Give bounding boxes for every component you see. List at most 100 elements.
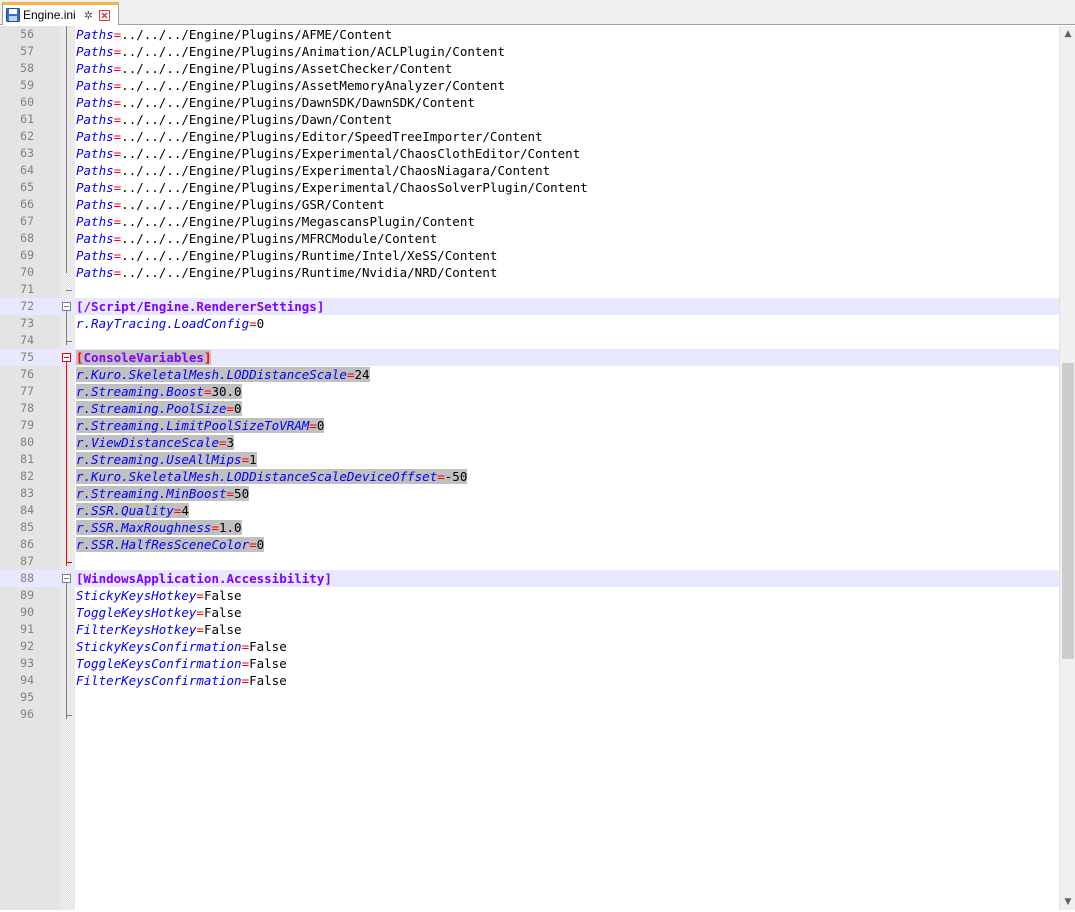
line-text[interactable]: Paths=../../../Engine/Plugins/MegascansP… [76, 213, 475, 230]
pin-icon[interactable]: ✲ [84, 9, 93, 22]
line-text[interactable]: Paths=../../../Engine/Plugins/AssetCheck… [76, 60, 452, 77]
ini-key: ToggleKeysHotkey [76, 605, 197, 620]
line-content: [/Script/Engine.RendererSettings] [76, 299, 324, 314]
line-text[interactable]: Paths=../../../Engine/Plugins/Experiment… [76, 179, 588, 196]
selected-text: r.SSR.MaxRoughness=1.0 [76, 520, 242, 535]
fold-line [66, 362, 67, 566]
code-line: 74 [0, 332, 1059, 349]
code-line: 75 [ConsoleVariables] [0, 349, 1059, 366]
selected-text: r.Kuro.SkeletalMesh.LODDistanceScaleDevi… [76, 469, 468, 484]
editor[interactable]: 56 Paths=../../../Engine/Plugins/AFME/Con… [0, 26, 1059, 910]
line-text[interactable]: [ConsoleVariables] [76, 349, 212, 366]
ini-value: ../../../Engine/Plugins/AFME/Content [121, 27, 393, 42]
ini-key: StickyKeysConfirmation [76, 639, 242, 654]
line-text[interactable]: FilterKeysConfirmation=False [76, 672, 287, 689]
ini-key: r.Streaming.Boost [76, 384, 204, 399]
line-text[interactable]: r.Kuro.SkeletalMesh.LODDistanceScaleDevi… [76, 468, 468, 485]
scroll-down-arrow-icon[interactable]: ▼ [1060, 894, 1075, 910]
line-text[interactable]: Paths=../../../Engine/Plugins/GSR/Conten… [76, 196, 385, 213]
code-line: 69 Paths=../../../Engine/Plugins/Runtime/… [0, 247, 1059, 264]
line-text[interactable]: [WindowsApplication.Accessibility] [76, 570, 332, 587]
save-icon [6, 8, 20, 22]
selected-text: r.Streaming.MinBoost=50 [76, 486, 250, 501]
ini-key: Paths [76, 44, 114, 59]
code-line: 59 Paths=../../../Engine/Plugins/AssetMem… [0, 77, 1059, 94]
line-text[interactable]: FilterKeysHotkey=False [76, 621, 242, 638]
ini-value: ../../../Engine/Plugins/Experimental/Cha… [121, 146, 581, 161]
line-number: 77 [20, 384, 34, 398]
fold-toggle-icon[interactable] [62, 574, 71, 583]
line-text[interactable]: r.Streaming.LimitPoolSizeToVRAM=0 [76, 417, 325, 434]
close-icon[interactable] [98, 9, 110, 21]
line-content: Paths=../../../Engine/Plugins/GSR/Conten… [76, 197, 385, 212]
line-text[interactable]: Paths=../../../Engine/Plugins/DawnSDK/Da… [76, 94, 475, 111]
ini-equals: = [226, 401, 235, 416]
ini-value: ../../../Engine/Plugins/Editor/SpeedTree… [121, 129, 543, 144]
tab-engine-ini[interactable]: Engine.ini ✲ [2, 2, 119, 25]
line-text[interactable]: Paths=../../../Engine/Plugins/Experiment… [76, 162, 550, 179]
code-line: 57 Paths=../../../Engine/Plugins/Animatio… [0, 43, 1059, 60]
line-text[interactable]: StickyKeysHotkey=False [76, 587, 242, 604]
line-number: 67 [20, 214, 34, 228]
code-line: 88 [WindowsApplication.Accessibility] [0, 570, 1059, 587]
line-text[interactable]: Paths=../../../Engine/Plugins/AssetMemor… [76, 77, 505, 94]
line-number: 81 [20, 452, 34, 466]
line-number: 80 [20, 435, 34, 449]
fold-end [66, 715, 72, 716]
line-number: 89 [20, 588, 34, 602]
ini-equals: = [241, 673, 250, 688]
line-text[interactable]: Paths=../../../Engine/Plugins/AFME/Conte… [76, 26, 392, 43]
ini-key: Paths [76, 231, 114, 246]
fold-end [66, 562, 72, 563]
line-content: StickyKeysHotkey=False [76, 588, 242, 603]
line-text[interactable]: r.SSR.Quality=4 [76, 502, 189, 519]
line-text[interactable]: [/Script/Engine.RendererSettings] [76, 298, 324, 315]
line-text[interactable]: r.Streaming.Boost=30.0 [76, 383, 242, 400]
code-line: 81 r.Streaming.UseAllMips=1 [0, 451, 1059, 468]
line-text[interactable]: r.Streaming.PoolSize=0 [76, 400, 242, 417]
ini-key: Paths [76, 265, 114, 280]
code-line: 64 Paths=../../../Engine/Plugins/Experime… [0, 162, 1059, 179]
fold-toggle-icon[interactable] [62, 353, 71, 362]
line-text[interactable]: r.Streaming.UseAllMips=1 [76, 451, 257, 468]
scrollbar-thumb[interactable] [1062, 363, 1074, 659]
ini-value: ../../../Engine/Plugins/AssetMemoryAnaly… [121, 78, 505, 93]
ini-key: r.Streaming.UseAllMips [76, 452, 242, 467]
line-number: 92 [20, 639, 34, 653]
ini-value: False [203, 588, 242, 603]
line-text[interactable]: Paths=../../../Engine/Plugins/Editor/Spe… [76, 128, 543, 145]
section-bracket: [ [76, 350, 84, 365]
line-text[interactable]: Paths=../../../Engine/Plugins/Animation/… [76, 43, 505, 60]
code-line: 73 r.RayTracing.LoadConfig=0 [0, 315, 1059, 332]
ini-key: Paths [76, 129, 114, 144]
line-text[interactable]: r.RayTracing.LoadConfig=0 [76, 315, 264, 332]
vertical-scrollbar[interactable]: ▲ ▼ [1059, 26, 1075, 910]
ini-section: [ConsoleVariables] [76, 350, 211, 365]
line-text[interactable]: r.ViewDistanceScale=3 [76, 434, 235, 451]
line-number: 83 [20, 486, 34, 500]
line-text[interactable]: Paths=../../../Engine/Plugins/Dawn/Conte… [76, 111, 392, 128]
ini-value: False [249, 656, 287, 671]
line-text[interactable]: ToggleKeysHotkey=False [76, 604, 242, 621]
ini-key: Paths [76, 78, 114, 93]
line-number: 66 [20, 197, 34, 211]
line-content: Paths=../../../Engine/Plugins/Dawn/Conte… [76, 112, 392, 127]
line-text[interactable]: Paths=../../../Engine/Plugins/Runtime/In… [76, 247, 497, 264]
line-text[interactable]: r.Kuro.SkeletalMesh.LODDistanceScale=24 [76, 366, 370, 383]
line-number: 63 [20, 146, 34, 160]
line-text[interactable]: r.Streaming.MinBoost=50 [76, 485, 250, 502]
line-text[interactable]: r.SSR.HalfResSceneColor=0 [76, 536, 265, 553]
line-number: 70 [20, 265, 34, 279]
line-text[interactable]: Paths=../../../Engine/Plugins/MFRCModule… [76, 230, 437, 247]
line-number: 61 [20, 112, 34, 126]
line-text[interactable]: StickyKeysConfirmation=False [76, 638, 287, 655]
line-content: FilterKeysHotkey=False [76, 622, 242, 637]
scroll-up-arrow-icon[interactable]: ▲ [1060, 26, 1075, 42]
line-text[interactable]: r.SSR.MaxRoughness=1.0 [76, 519, 242, 536]
line-number: 95 [20, 690, 34, 704]
line-content: Paths=../../../Engine/Plugins/MFRCModule… [76, 231, 437, 246]
line-text[interactable]: Paths=../../../Engine/Plugins/Runtime/Nv… [76, 264, 497, 281]
fold-toggle-icon[interactable] [62, 302, 71, 311]
line-text[interactable]: ToggleKeysConfirmation=False [76, 655, 287, 672]
line-text[interactable]: Paths=../../../Engine/Plugins/Experiment… [76, 145, 580, 162]
